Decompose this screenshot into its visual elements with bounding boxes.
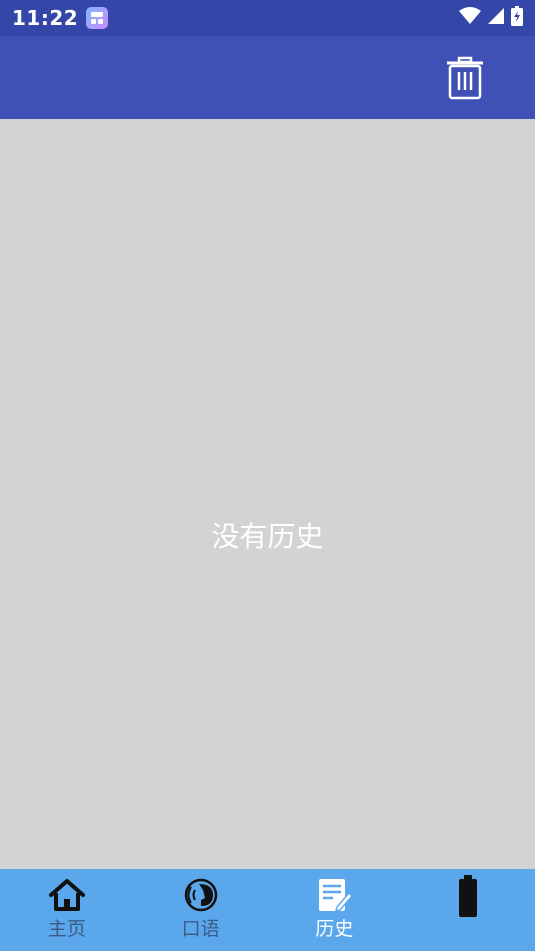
history-icon [314,877,354,913]
nav-label-history: 历史 [315,918,354,940]
speak-icon [181,877,221,913]
empty-history-message: 没有历史 [211,520,324,553]
bottom-nav: 主页 口语 历史 [0,869,535,951]
nav-label-home: 主页 [47,918,86,940]
home-icon [47,877,87,913]
nav-item-speaking[interactable]: 口语 [134,869,268,951]
signal-icon [487,7,505,29]
app-root: 11:22 没有历史 主页 口语 历史 [0,0,535,951]
nav-item-settings[interactable] [401,869,535,951]
status-time: 11:22 [12,6,79,30]
status-icons [459,6,523,30]
battery-charging-icon [511,6,523,30]
status-bar: 11:22 [0,0,535,36]
clear-history-button[interactable] [443,54,487,102]
toolbar [0,36,535,119]
app-notification-icon [86,7,109,29]
nav-item-home[interactable]: 主页 [0,869,134,951]
nav-item-history[interactable]: 历史 [268,869,402,951]
settings-icon [448,875,488,917]
trash-icon [447,56,483,100]
nav-label-speaking: 口语 [181,918,220,940]
wifi-icon [459,7,481,29]
history-content: 没有历史 [0,119,535,869]
